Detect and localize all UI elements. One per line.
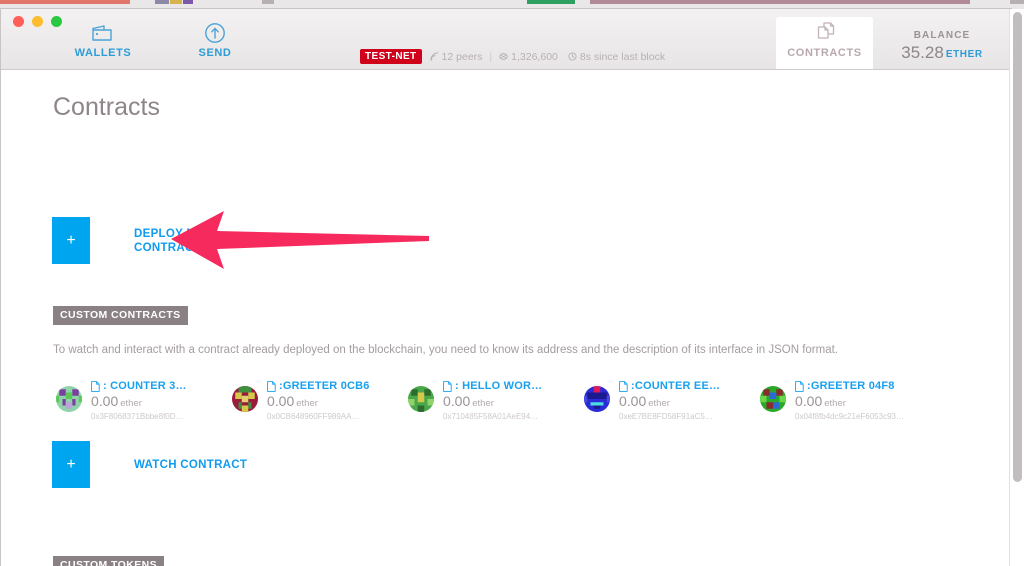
contract-balance-value: 0.00 [619, 393, 647, 409]
plus-icon: + [52, 217, 90, 264]
network-status: TEST-NET 12 peers | 1,326,600 8s since l… [360, 49, 665, 64]
contracts-page: Contracts + DEPLOY NEW CONTRACT CUSTOM C… [1, 70, 1012, 566]
contract-name: :GREETER 0CB6 [279, 380, 370, 392]
identicon [760, 386, 786, 412]
watch-contract-label: WATCH CONTRACT [134, 458, 248, 471]
contract-balance: 0.00 ether [91, 393, 187, 409]
contract-name-row: : HELLO WOR… [443, 380, 542, 392]
contract-name-row: :COUNTER EE… [619, 380, 720, 392]
tab-contracts-label: CONTRACTS [787, 47, 862, 59]
contract-address: 0x710485F58A01AeE94… [443, 412, 539, 421]
contract-name: :COUNTER EE… [631, 380, 721, 392]
contract-file-icon [619, 380, 628, 392]
identicon [584, 386, 610, 412]
contract-list: : COUNTER 3… 0.00 ether 0x3F8068371Bbbe8f… [56, 380, 986, 421]
tab-send[interactable]: SEND [175, 22, 255, 59]
contract-name-row: : COUNTER 3… [91, 380, 187, 392]
contract-address: 0x3F8068371Bbbe8f0D… [91, 412, 184, 421]
contract-file-icon [795, 380, 804, 392]
contract-balance-unit: ether [472, 398, 494, 409]
contract-balance: 0.00 ether [619, 393, 720, 409]
signal-icon [429, 52, 438, 61]
contract-balance-value: 0.00 [443, 393, 471, 409]
network-badge: TEST-NET [360, 49, 422, 64]
contract-info: :COUNTER EE… 0.00 ether 0xeE7BE8FD58F91aC… [619, 380, 720, 421]
contract-file-icon [91, 380, 100, 392]
identicon [232, 386, 258, 412]
documents-icon [776, 17, 873, 45]
tab-wallets[interactable]: WALLETS [63, 22, 143, 59]
identicon [408, 386, 434, 412]
minimize-button[interactable] [32, 16, 43, 27]
wallet-icon [63, 22, 143, 44]
block-status: 1,326,600 [499, 51, 558, 63]
contract-info: :GREETER 0CB6 0.00 ether 0x0CB648960FF989… [267, 380, 370, 421]
contract-balance-unit: ether [648, 398, 670, 409]
screen: WALLETS SEND TEST-NET 12 peers | 1,326,6… [0, 0, 1024, 566]
list-item[interactable]: : HELLO WOR… 0.00 ether 0x710485F58A01AeE… [408, 380, 553, 421]
contract-balance-unit: ether [296, 398, 318, 409]
contract-name: : COUNTER 3… [103, 380, 187, 392]
contract-name: :GREETER 04F8 [807, 380, 895, 392]
status-separator: | [489, 50, 493, 63]
contract-file-icon [267, 380, 276, 392]
peers-label: 12 peers [441, 50, 483, 63]
tab-send-label: SEND [198, 47, 232, 59]
tab-wallets-label: WALLETS [74, 47, 132, 59]
application-window: WALLETS SEND TEST-NET 12 peers | 1,326,6… [0, 8, 1012, 566]
contract-balance-unit: ether [824, 398, 846, 409]
peers-status: 12 peers [429, 50, 483, 63]
contract-name-row: :GREETER 0CB6 [267, 380, 370, 392]
block-number: 1,326,600 [511, 50, 558, 63]
deploy-new-contract-button[interactable]: + DEPLOY NEW CONTRACT [52, 217, 214, 264]
contract-balance-value: 0.00 [91, 393, 119, 409]
window-controls [13, 16, 62, 27]
balance-display: BALANCE 35.28 ETHER [886, 30, 998, 63]
custom-contracts-description: To watch and interact with a contract al… [53, 344, 838, 356]
balance-unit: ETHER [945, 49, 983, 60]
contract-address: 0xeE7BE8FD58F91aC5… [619, 412, 713, 421]
primary-tabs: WALLETS SEND [63, 22, 255, 59]
last-block-label: 8s since last block [579, 50, 666, 63]
custom-tokens-header: CUSTOM TOKENS [53, 556, 164, 566]
contract-file-icon [443, 380, 452, 392]
page-title: Contracts [53, 93, 160, 121]
contract-info: :GREETER 04F8 0.00 ether 0x04f8fb4dc9c21e… [795, 380, 905, 421]
balance-number: 35.28 [901, 43, 944, 62]
plus-icon: + [52, 441, 90, 488]
toolbar: WALLETS SEND TEST-NET 12 peers | 1,326,6… [1, 9, 1012, 70]
contract-info: : COUNTER 3… 0.00 ether 0x3F8068371Bbbe8f… [91, 380, 187, 421]
list-item[interactable]: :GREETER 0CB6 0.00 ether 0x0CB648960FF989… [232, 380, 377, 421]
balance-title: BALANCE [913, 30, 971, 41]
watch-contract-button[interactable]: + WATCH CONTRACT [52, 441, 247, 488]
contract-name: : HELLO WOR… [455, 380, 543, 392]
contract-balance: 0.00 ether [443, 393, 542, 409]
send-arrow-icon [175, 22, 255, 44]
contract-balance: 0.00 ether [795, 393, 905, 409]
balance-amount: 35.28 ETHER [886, 43, 998, 63]
list-item[interactable]: :COUNTER EE… 0.00 ether 0xeE7BE8FD58F91aC… [584, 380, 729, 421]
scrollbar-thumb[interactable] [1013, 12, 1022, 482]
contract-balance-value: 0.00 [795, 393, 823, 409]
contract-address: 0x0CB648960FF989AA… [267, 412, 360, 421]
list-item[interactable]: : COUNTER 3… 0.00 ether 0x3F8068371Bbbe8f… [56, 380, 201, 421]
contract-balance-unit: ether [120, 398, 142, 409]
identicon [56, 386, 82, 412]
zoom-button[interactable] [51, 16, 62, 27]
contract-balance-value: 0.00 [267, 393, 295, 409]
list-item[interactable]: :GREETER 04F8 0.00 ether 0x04f8fb4dc9c21e… [760, 380, 905, 421]
last-block-status: 8s since last block [568, 51, 665, 63]
block-icon [499, 53, 508, 60]
tab-contracts[interactable]: CONTRACTS [776, 17, 873, 69]
contract-balance: 0.00 ether [267, 393, 370, 409]
contract-info: : HELLO WOR… 0.00 ether 0x710485F58A01AeE… [443, 380, 542, 421]
close-button[interactable] [13, 16, 24, 27]
deploy-new-contract-label: DEPLOY NEW CONTRACT [134, 227, 215, 254]
contract-name-row: :GREETER 04F8 [795, 380, 905, 392]
clock-icon [568, 52, 577, 61]
custom-contracts-header: CUSTOM CONTRACTS [53, 306, 188, 325]
contract-address: 0x04f8fb4dc9c21eF6053c93242ECb7a80b5177C… [795, 412, 905, 421]
vertical-scrollbar[interactable] [1009, 9, 1024, 566]
